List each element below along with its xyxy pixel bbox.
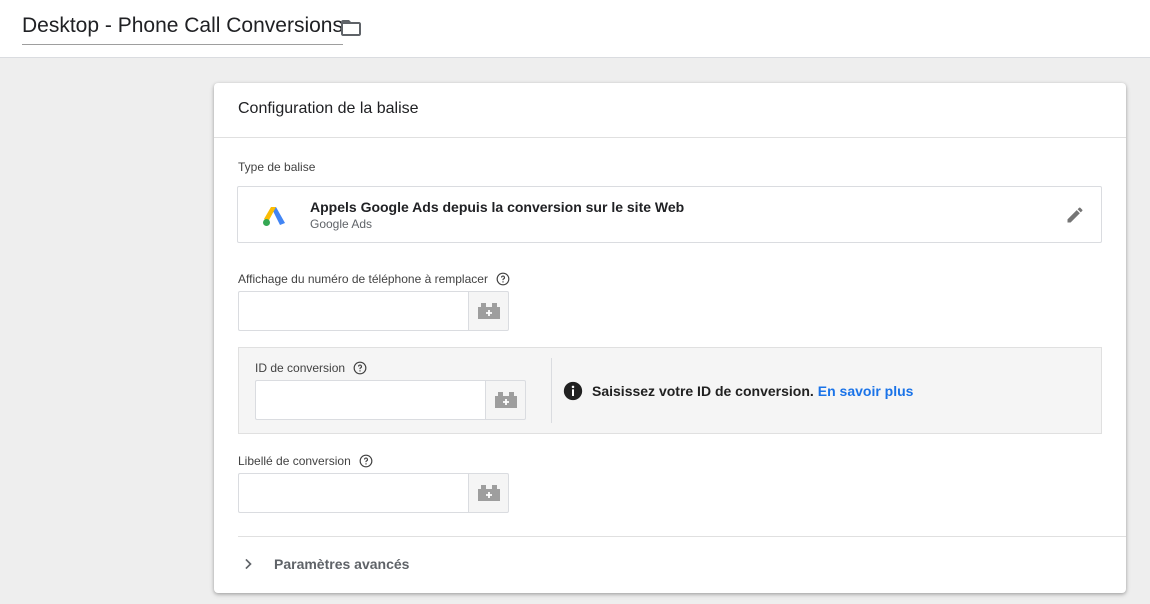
tag-type-provider: Google Ads <box>310 217 373 231</box>
conversion-label-group <box>238 473 509 513</box>
variable-picker-button[interactable] <box>485 380 526 420</box>
folder-icon[interactable] <box>339 16 363 40</box>
conversion-id-label-text: ID de conversion <box>255 361 346 375</box>
variable-brick-icon <box>477 485 500 501</box>
help-icon[interactable] <box>353 361 367 375</box>
conversion-id-label: ID de conversion <box>255 361 367 375</box>
advanced-settings-toggle[interactable]: Paramètres avancés <box>238 547 409 581</box>
phone-field-group <box>238 291 509 331</box>
container-title[interactable]: Desktop - Phone Call Conversions <box>22 14 343 45</box>
tag-type-selector[interactable]: Appels Google Ads depuis la conversion s… <box>237 186 1102 243</box>
phone-field-label: Affichage du numéro de téléphone à rempl… <box>238 272 510 286</box>
conversion-id-group <box>255 380 526 420</box>
help-icon[interactable] <box>359 454 373 468</box>
conversion-label-label-text: Libellé de conversion <box>238 454 351 468</box>
chevron-right-icon <box>245 558 252 570</box>
panel-divider <box>551 358 552 423</box>
conversion-id-info: Saisissez votre ID de conversion. En savo… <box>592 383 913 399</box>
conversion-label-input[interactable] <box>238 473 468 513</box>
conversion-label-label: Libellé de conversion <box>238 454 373 468</box>
help-icon[interactable] <box>496 272 510 286</box>
conversion-id-input[interactable] <box>255 380 485 420</box>
tag-type-name: Appels Google Ads depuis la conversion s… <box>310 199 685 215</box>
tag-type-label: Type de balise <box>238 160 315 174</box>
tag-type-label-text: Type de balise <box>238 160 316 174</box>
google-ads-logo <box>263 207 285 226</box>
advanced-divider <box>238 536 1126 537</box>
pencil-icon[interactable] <box>1065 205 1085 225</box>
phone-number-input[interactable] <box>238 291 468 331</box>
variable-brick-icon <box>494 392 517 408</box>
learn-more-link[interactable]: En savoir plus <box>818 383 914 399</box>
variable-brick-icon <box>477 303 500 319</box>
phone-field-label-text: Affichage du numéro de téléphone à rempl… <box>238 272 488 286</box>
variable-picker-button[interactable] <box>468 473 509 513</box>
variable-picker-button[interactable] <box>468 291 509 331</box>
info-icon <box>563 381 583 401</box>
tag-configuration-card: Configuration de la balise Type de balis… <box>214 83 1126 593</box>
conversion-id-panel: ID de conversion Saisissez votre ID de c… <box>238 347 1102 434</box>
top-bar: Desktop - Phone Call Conversions <box>0 0 1150 58</box>
advanced-settings-label: Paramètres avancés <box>274 556 410 572</box>
conversion-id-info-text: Saisissez votre ID de conversion. <box>592 383 814 399</box>
card-title: Configuration de la balise <box>214 83 1126 138</box>
